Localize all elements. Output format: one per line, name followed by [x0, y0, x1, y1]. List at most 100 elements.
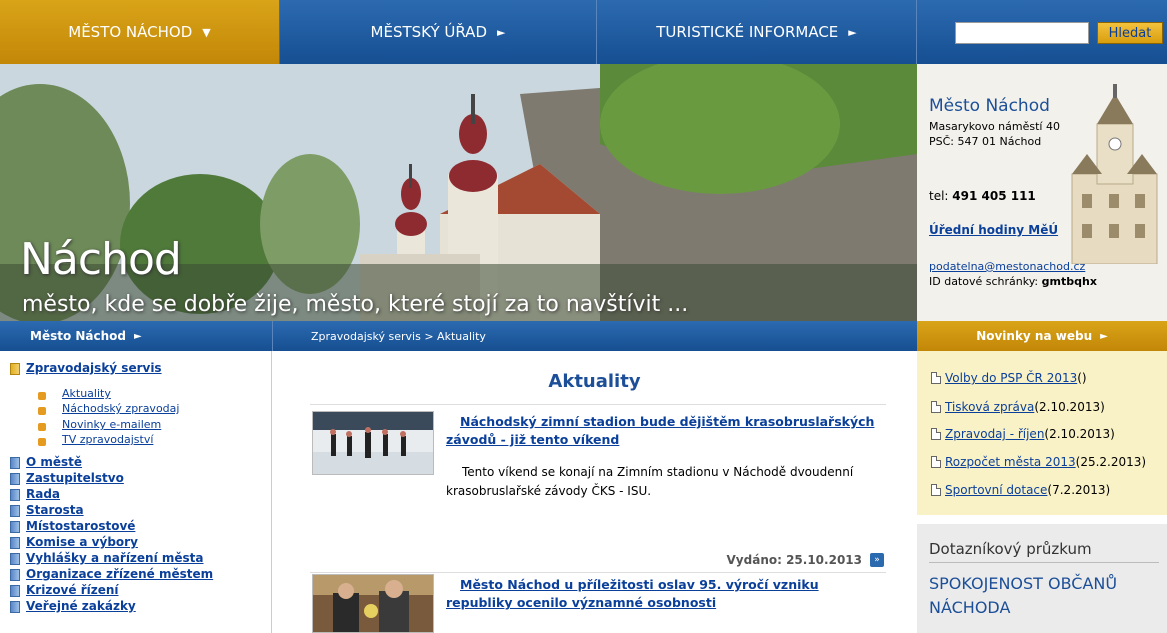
section-bar-mesto-nachod[interactable]: Město Náchod ► [0, 321, 272, 351]
contact-postcode: PSČ: 547 01 Náchod [929, 135, 1042, 148]
submenu-item[interactable]: Novinky e-mailem [62, 418, 161, 431]
skaters-photo [313, 412, 433, 474]
data-box-label: ID datové schránky: [929, 275, 1042, 288]
nav-tab-turisticke-informace[interactable]: TURISTICKÉ INFORMACE ► [597, 0, 917, 64]
nav-tab-label: MĚSTSKÝ ÚŘAD [370, 23, 487, 41]
page-icon [10, 537, 20, 549]
news-item: Zpravodaj - říjen (2.10.2013) [931, 427, 1115, 441]
email-link[interactable]: podatelna@mestonachod.cz [929, 260, 1085, 273]
hero-banner: Náchod město, kde se dobře žije, město, … [0, 64, 917, 321]
document-icon [931, 372, 941, 384]
article-title-link[interactable]: Náchodský zimní stadion bude dějištěm kr… [446, 413, 886, 449]
nav-tab-label: TURISTICKÉ INFORMACE [656, 23, 839, 41]
section-bar-novinky[interactable]: Novinky na webu ► [917, 321, 1167, 351]
article-summary: Tento víkend se konají na Zimním stadion… [446, 465, 854, 498]
data-box-id: ID datové schránky: gmtbqhx [929, 275, 1097, 288]
nav-tab-label: MĚSTO NÁCHOD [68, 23, 193, 41]
folder-icon [10, 363, 20, 375]
office-hours-link[interactable]: Úřední hodiny MěÚ [929, 223, 1058, 237]
survey-panel[interactable]: Dotazníkový průzkum SPOKOJENOST OBČANŮ N… [917, 524, 1167, 633]
menu-item[interactable]: Krizové řízení [26, 583, 119, 597]
submenu-item[interactable]: Náchodský zpravodaj [62, 402, 179, 415]
page-icon [10, 505, 20, 517]
page-icon [10, 489, 20, 501]
menu-item-zpravodajsky-servis[interactable]: Zpravodajský servis [26, 361, 162, 375]
article-title-link[interactable]: Město Náchod u příležitosti oslav 95. vý… [446, 576, 886, 612]
arrow-right-icon: ► [1100, 330, 1108, 342]
contact-phone: tel: 491 405 111 [929, 189, 1036, 203]
document-icon [931, 484, 941, 496]
document-icon [931, 428, 941, 440]
menu-item[interactable]: Rada [26, 487, 60, 501]
divider [929, 562, 1159, 563]
nav-tab-mesto-nachod[interactable]: MĚSTO NÁCHOD ▼ [0, 0, 280, 64]
article-thumbnail[interactable] [312, 411, 434, 475]
ceremony-photo [313, 575, 433, 632]
contact-address: Masarykovo náměstí 40 [929, 120, 1060, 133]
town-hall-illustration [1071, 84, 1158, 264]
arrow-right-icon: ► [134, 330, 142, 342]
news-date: (7.2.2013) [1047, 483, 1111, 497]
news-item: Sportovní dotace (7.2.2013) [931, 483, 1110, 497]
main-content: Aktuality Náchodský zimní stadion bude d… [272, 351, 917, 633]
page-icon [10, 569, 20, 581]
document-icon [931, 401, 941, 413]
search-input[interactable] [955, 22, 1089, 44]
breadcrumb: Zpravodajský servis > Aktuality [272, 321, 917, 351]
news-item: Volby do PSP ČR 2013 () [931, 371, 1087, 385]
phone-number: 491 405 111 [952, 189, 1036, 203]
bullet-icon [38, 438, 46, 446]
page-title: Aktuality [548, 371, 641, 392]
news-link[interactable]: Tisková zpráva [945, 400, 1034, 414]
news-date: (2.10.2013) [1034, 400, 1105, 414]
article-date: Vydáno: 25.10.2013 [726, 553, 862, 567]
left-menu: Zpravodajský servis Aktuality Náchodský … [0, 351, 272, 633]
page-icon [10, 521, 20, 533]
bullet-icon [38, 423, 46, 431]
menu-item[interactable]: Místostarostové [26, 519, 135, 533]
bullet-icon [38, 407, 46, 415]
news-item: Tisková zpráva (2.10.2013) [931, 400, 1105, 414]
page-icon [10, 473, 20, 485]
news-date: (2.10.2013) [1044, 427, 1115, 441]
menu-item[interactable]: Komise a výbory [26, 535, 138, 549]
article-thumbnail[interactable] [312, 574, 434, 633]
menu-item[interactable]: O městě [26, 455, 82, 469]
data-box-value: gmtbqhx [1041, 275, 1097, 288]
menu-item[interactable]: Organizace zřízené městem [26, 567, 213, 581]
page-icon [10, 585, 20, 597]
news-date: () [1077, 371, 1087, 385]
divider [310, 572, 886, 573]
menu-item[interactable]: Zastupitelstvo [26, 471, 124, 485]
chevron-down-icon: ▼ [202, 25, 211, 39]
news-link[interactable]: Volby do PSP ČR 2013 [945, 371, 1077, 385]
menu-item[interactable]: Vyhlášky a nařízení města [26, 551, 204, 565]
hero-title: Náchod [20, 234, 182, 285]
page-icon [10, 457, 20, 469]
nav-tab-mestsky-urad[interactable]: MĚSTSKÝ ÚŘAD ► [280, 0, 597, 64]
contact-title: Město Náchod [929, 96, 1050, 116]
menu-item[interactable]: Veřejné zakázky [26, 599, 136, 613]
search-button[interactable]: Hledat [1097, 22, 1163, 44]
survey-link[interactable]: SPOKOJENOST OBČANŮ NÁCHODA [929, 572, 1159, 620]
news-link[interactable]: Zpravodaj - říjen [945, 427, 1044, 441]
page-icon [10, 601, 20, 613]
bullet-icon [38, 392, 46, 400]
divider [310, 404, 886, 405]
news-link[interactable]: Sportovní dotace [945, 483, 1047, 497]
search-area: Hledat [917, 0, 1167, 64]
survey-title: Dotazníkový průzkum [929, 540, 1092, 558]
news-link[interactable]: Rozpočet města 2013 [945, 455, 1076, 469]
section-bar-label: Město Náchod [30, 329, 127, 343]
document-icon [931, 456, 941, 468]
news-date: (25.2.2013) [1075, 455, 1147, 469]
top-navigation: MĚSTO NÁCHOD ▼ MĚSTSKÝ ÚŘAD ► TURISTICKÉ… [0, 0, 1167, 64]
submenu-item[interactable]: Aktuality [62, 387, 111, 400]
section-bar-label: Novinky na webu [976, 329, 1093, 343]
read-more-icon[interactable]: » [870, 553, 884, 567]
hero-slogan: město, kde se dobře žije, město, které s… [22, 292, 689, 317]
menu-item[interactable]: Starosta [26, 503, 84, 517]
contact-panel: Město Náchod Masarykovo náměstí 40 PSČ: … [917, 64, 1167, 321]
arrow-right-icon: ► [497, 25, 506, 39]
submenu-item[interactable]: TV zpravodajství [62, 433, 153, 446]
